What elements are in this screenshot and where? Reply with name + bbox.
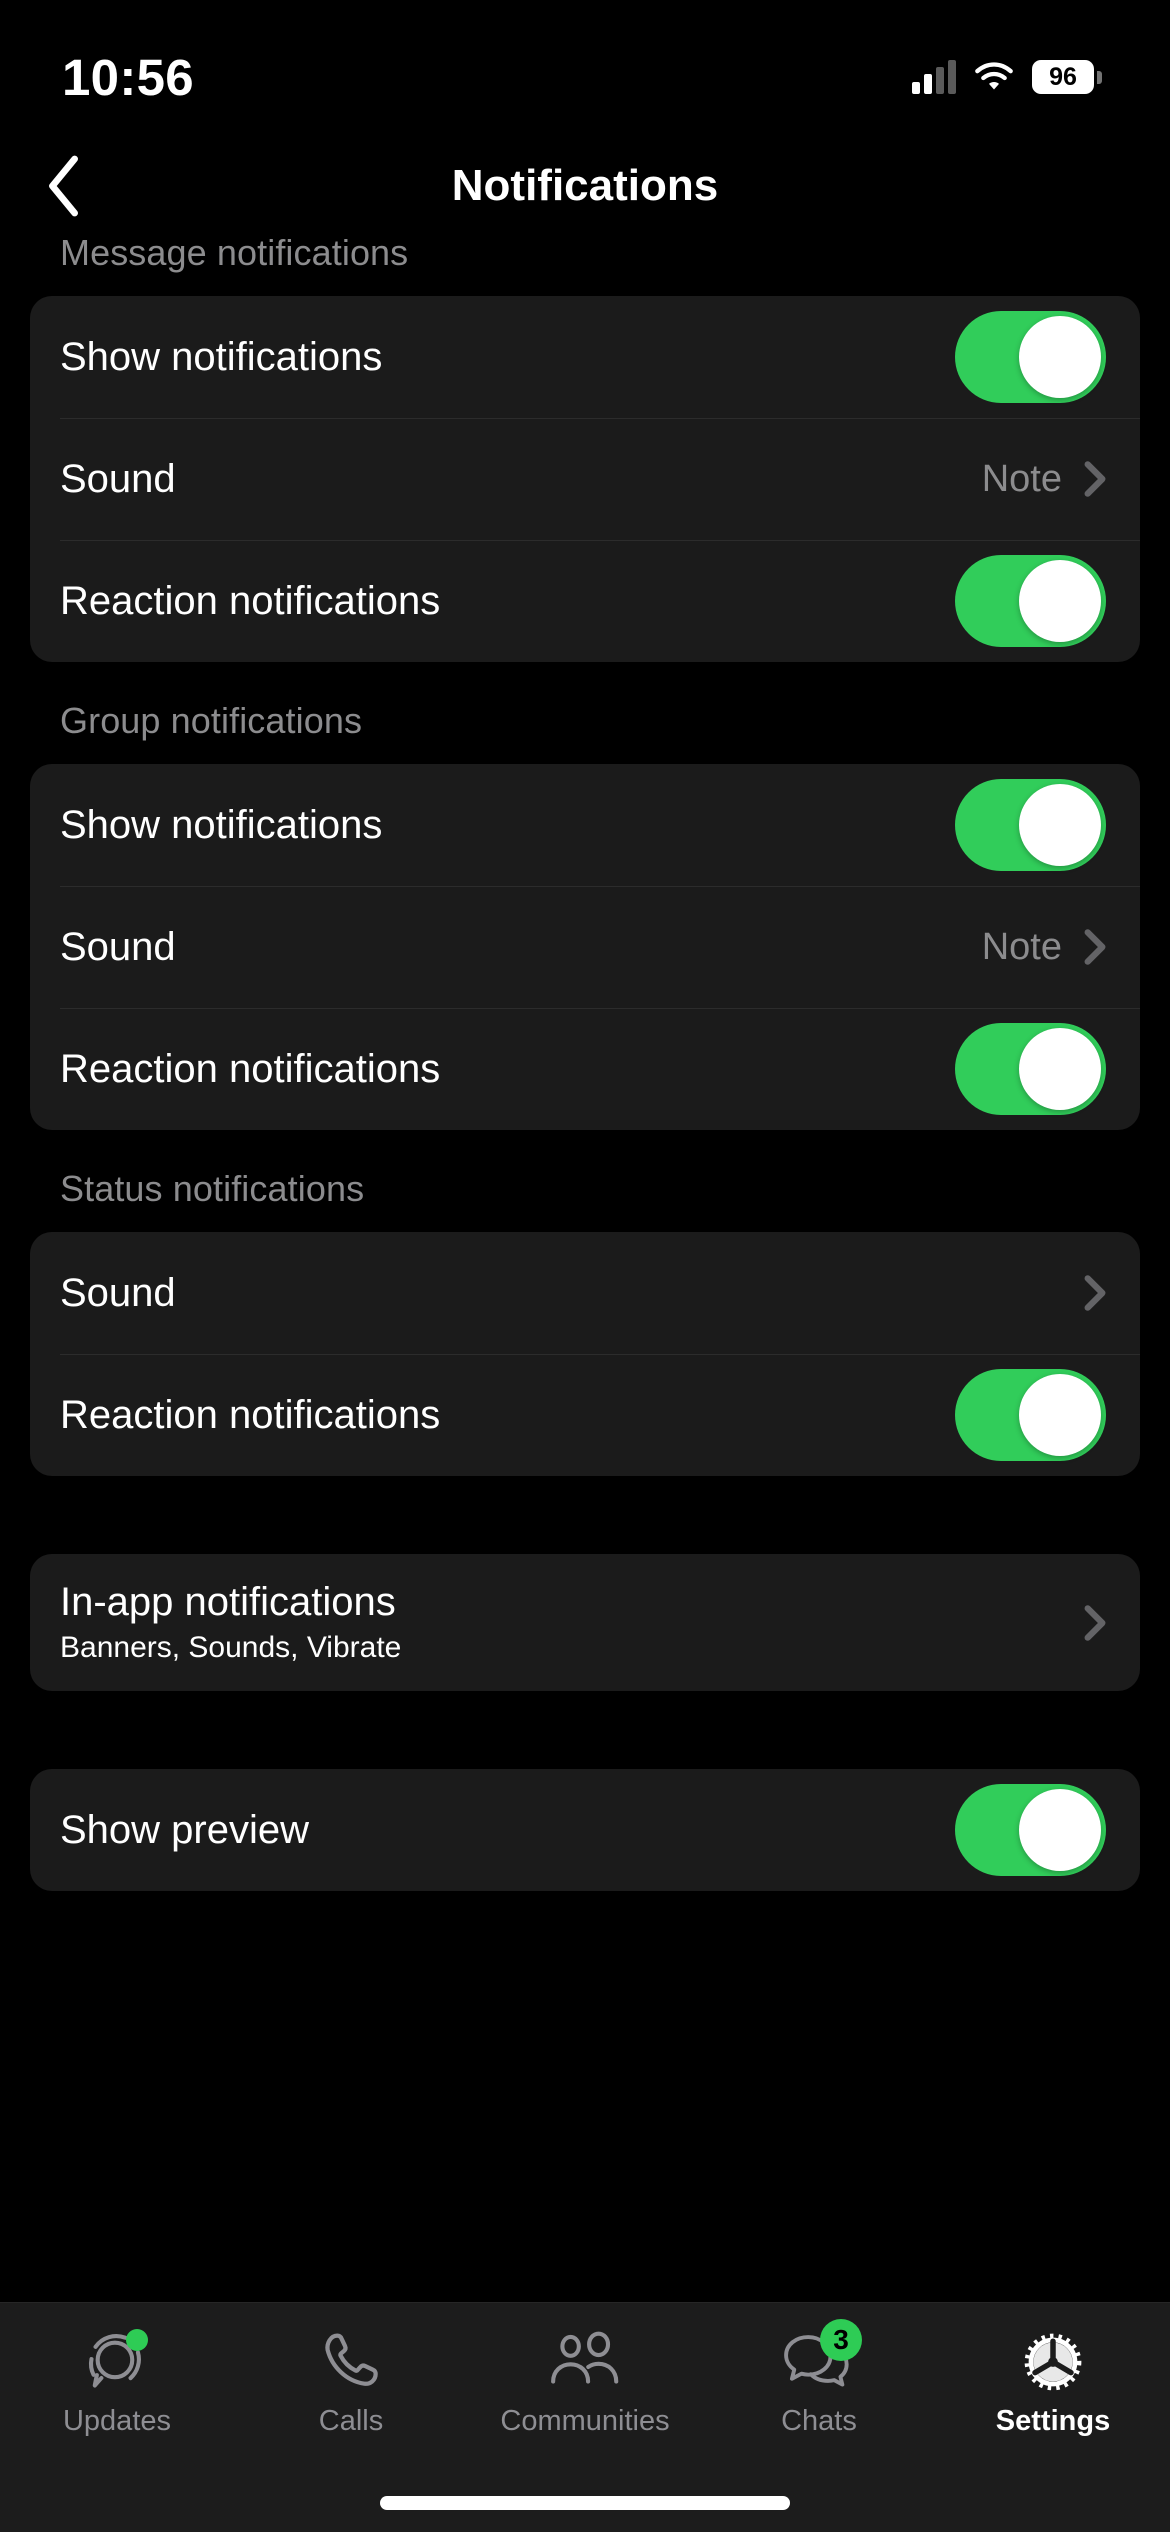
- status-bar-time: 10:56: [62, 48, 194, 106]
- section-header-group: Group notifications: [60, 700, 363, 741]
- updates-dot-badge: [126, 2329, 148, 2351]
- battery-level: 96: [1049, 62, 1077, 91]
- row-group-reaction-notifications[interactable]: Reaction notifications: [30, 1008, 1140, 1130]
- battery-icon: 96: [1032, 60, 1102, 94]
- chevron-right-icon: [1084, 1604, 1106, 1641]
- toggle-group-reaction-notifications[interactable]: [955, 1023, 1106, 1115]
- row-status-sound[interactable]: Sound: [30, 1232, 1140, 1354]
- page-title: Notifications: [451, 161, 719, 210]
- communities-icon: [548, 2325, 622, 2399]
- chevron-right-icon: [1084, 929, 1106, 965]
- tab-settings[interactable]: Settings: [936, 2325, 1170, 2438]
- tab-label: Updates: [62, 2405, 171, 2437]
- tab-calls[interactable]: Calls: [234, 2325, 468, 2438]
- toggle-message-reaction-notifications[interactable]: [955, 555, 1106, 647]
- status-bar: 10:56 96: [0, 0, 1170, 140]
- status-bar-indicators: 96: [912, 46, 1102, 94]
- toggle-status-reaction-notifications[interactable]: [955, 1369, 1106, 1461]
- chats-unread-badge: 3: [820, 2319, 862, 2361]
- tab-label: Chats: [781, 2405, 857, 2437]
- tab-bar: Updates Calls Communities 3 Chats Settin…: [0, 2302, 1170, 2532]
- row-message-reaction-notifications[interactable]: Reaction notifications: [30, 540, 1140, 662]
- card-in-app-notifications: In-app notifications Banners, Sounds, Vi…: [30, 1554, 1140, 1691]
- row-label: Sound: [60, 924, 176, 969]
- row-value-sound: Note: [981, 925, 1062, 968]
- toggle-group-show-notifications[interactable]: [955, 779, 1106, 871]
- row-subtitle: Banners, Sounds, Vibrate: [60, 1631, 402, 1664]
- chat-bubbles-icon: 3: [782, 2319, 862, 2399]
- tab-label: Calls: [318, 2405, 384, 2437]
- row-label: In-app notifications: [60, 1580, 396, 1624]
- card-status-notifications: Sound Reaction notifications: [30, 1232, 1140, 1476]
- row-label: Sound: [60, 456, 176, 501]
- chevron-right-icon: [1084, 1275, 1106, 1311]
- tab-label: Communities: [500, 2405, 670, 2437]
- tab-updates[interactable]: Updates: [0, 2325, 234, 2438]
- row-label: Reaction notifications: [60, 1046, 441, 1091]
- row-label: Reaction notifications: [60, 578, 441, 623]
- row-message-show-notifications[interactable]: Show notifications: [30, 296, 1140, 418]
- section-header-status: Status notifications: [60, 1168, 365, 1209]
- row-message-sound[interactable]: Sound Note: [30, 418, 1140, 540]
- chevron-right-icon: [1084, 461, 1106, 497]
- tab-communities[interactable]: Communities: [468, 2325, 702, 2438]
- row-label: Show notifications: [60, 802, 383, 847]
- row-group-show-notifications[interactable]: Show notifications: [30, 764, 1140, 886]
- row-value-sound: Note: [981, 457, 1062, 500]
- card-message-notifications: Show notifications Sound Note Reaction n…: [30, 296, 1140, 662]
- row-in-app-notifications[interactable]: In-app notifications Banners, Sounds, Vi…: [30, 1554, 1140, 1691]
- settings-list[interactable]: Message notifications Show notifications…: [0, 232, 1170, 2302]
- section-header-message: Message notifications: [60, 232, 409, 273]
- row-label: Sound: [60, 1270, 176, 1315]
- card-group-notifications: Show notifications Sound Note Reaction n…: [30, 764, 1140, 1130]
- tab-chats[interactable]: 3 Chats: [702, 2319, 936, 2438]
- wifi-icon: [975, 62, 1013, 90]
- row-status-reaction-notifications[interactable]: Reaction notifications: [30, 1354, 1140, 1476]
- row-show-preview[interactable]: Show preview: [30, 1769, 1140, 1891]
- card-show-preview: Show preview: [30, 1769, 1140, 1891]
- row-label: Show notifications: [60, 334, 383, 379]
- phone-icon: [314, 2325, 388, 2399]
- tab-label: Settings: [995, 2405, 1111, 2437]
- row-group-sound[interactable]: Sound Note: [30, 886, 1140, 1008]
- app-screen: 10:56 96 Notifications Message notificat…: [0, 0, 1170, 2532]
- status-updates-icon: [80, 2325, 154, 2399]
- navigation-bar: Notifications: [0, 140, 1170, 232]
- toggle-show-preview[interactable]: [955, 1784, 1106, 1876]
- home-indicator: [380, 2496, 790, 2510]
- gear-icon: [1016, 2325, 1090, 2399]
- row-label: Reaction notifications: [60, 1392, 441, 1437]
- row-label: Show preview: [60, 1807, 310, 1852]
- cellular-signal-icon: [912, 60, 956, 94]
- toggle-message-show-notifications[interactable]: [955, 311, 1106, 403]
